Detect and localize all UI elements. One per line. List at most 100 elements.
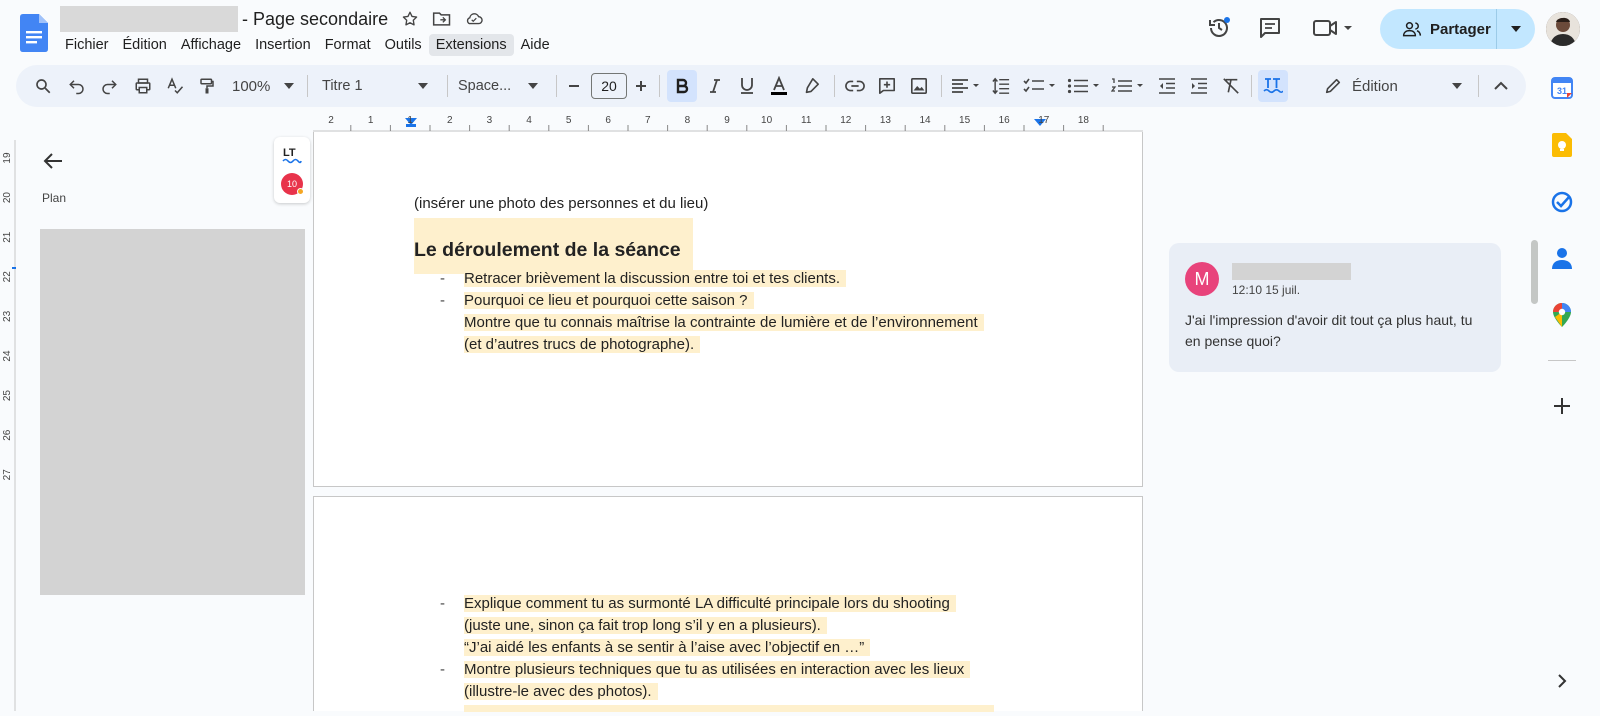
vertical-ruler-tick-label: 23 [2, 310, 13, 322]
undo-icon[interactable] [62, 70, 92, 102]
keep-icon[interactable] [1550, 133, 1574, 157]
style-select[interactable]: Titre 1 [318, 70, 436, 102]
numbered-list-icon[interactable] [1108, 70, 1148, 102]
document-outline-panel: Plan [30, 140, 310, 711]
languagetool-toolbar-icon[interactable] [1258, 70, 1288, 102]
comment-text: J'ai l'impression d'avoir dit tout ça pl… [1185, 312, 1473, 349]
top-bar: - Page secondaire Fichier Édition Affich… [0, 0, 1600, 64]
ruler-tick-label: 4 [526, 115, 532, 126]
languagetool-widget[interactable]: LT 10 [274, 137, 310, 203]
menu-affichage[interactable]: Affichage [174, 34, 248, 56]
decrease-font-size-icon[interactable] [563, 70, 585, 102]
underline-icon[interactable] [732, 70, 762, 102]
share-dropdown-icon[interactable] [1497, 26, 1535, 32]
expand-panel-icon[interactable] [1550, 669, 1574, 693]
checklist-icon[interactable] [1020, 70, 1060, 102]
avatar[interactable] [1546, 12, 1580, 46]
issues-count-badge[interactable]: 10 [281, 173, 304, 195]
clear-formatting-icon[interactable] [1216, 70, 1246, 102]
style-value: Titre 1 [322, 78, 363, 94]
vertical-ruler-tick-label: 24 [2, 350, 13, 362]
collapse-menus-icon[interactable] [1486, 70, 1516, 102]
toolbar-divider [556, 75, 557, 97]
comment-card[interactable]: M 12:10 15 juil. J'ai l'impression d'avo… [1169, 243, 1501, 372]
add-comment-icon[interactable] [872, 70, 902, 102]
ruler-tick-label: 10 [761, 115, 773, 126]
paint-format-icon[interactable] [192, 70, 222, 102]
menu-insertion[interactable]: Insertion [248, 34, 318, 56]
increase-font-size-icon[interactable] [630, 70, 652, 102]
photo-note: (insérer une photo des personnes et du l… [414, 195, 709, 212]
maps-icon[interactable] [1550, 303, 1574, 327]
spellcheck-icon[interactable] [160, 70, 190, 102]
font-size-input[interactable]: 20 [591, 73, 627, 99]
calendar-icon[interactable]: 31 [1550, 76, 1574, 100]
highlight-color-icon[interactable] [796, 70, 826, 102]
add-addon-icon[interactable] [1550, 394, 1574, 418]
list-item-continuation: “J’ai aidé les enfants à se sentir à l’a… [464, 637, 871, 659]
comments-icon[interactable] [1252, 10, 1288, 46]
ruler-scale: 2 1 1 2 3 4 5 6 7 8 9 10 11 12 13 14 15 16 17 18 [313, 115, 1143, 132]
outline-content-redacted [40, 229, 305, 595]
star-icon[interactable] [400, 9, 420, 29]
horizontal-ruler[interactable]: 2 1 1 2 3 4 5 6 7 8 9 10 11 12 13 14 15 16 17 18 [313, 112, 1143, 132]
document-title[interactable]: - Page secondaire [60, 6, 484, 32]
ruler-tick-label: 6 [605, 115, 611, 126]
vertical-ruler[interactable]: 19 20 21 22 23 24 25 26 27 [0, 140, 20, 711]
toolbar-divider [834, 75, 835, 97]
list-item-continuation: Montre que tu connais maîtrise la contra… [464, 312, 984, 334]
bold-icon[interactable] [667, 70, 697, 102]
tasks-icon[interactable] [1550, 190, 1574, 214]
line-spacing-icon[interactable] [986, 70, 1016, 102]
bullet-dash: - [440, 270, 445, 287]
zoom-value: 100% [232, 77, 271, 95]
ruler-tick-label: 17 [1038, 115, 1050, 126]
languagetool-logo-icon[interactable]: LT [282, 145, 302, 165]
sidebar-divider [1548, 360, 1576, 361]
scrollbar[interactable] [1531, 240, 1538, 304]
increase-indent-icon[interactable] [1184, 70, 1214, 102]
back-arrow-icon[interactable] [40, 148, 66, 174]
meet-icon[interactable] [1310, 10, 1358, 46]
ruler-tick-label: 1 [407, 115, 413, 126]
move-folder-icon[interactable] [432, 9, 452, 29]
list-item: Retracer brièvement la discussion entre … [464, 268, 847, 290]
font-select[interactable]: Space... [454, 70, 546, 102]
menu-aide[interactable]: Aide [514, 34, 557, 56]
align-icon[interactable] [948, 70, 984, 102]
menu-format[interactable]: Format [318, 34, 378, 56]
editing-mode-select[interactable]: Édition [1324, 70, 1474, 102]
cloud-saved-icon[interactable] [464, 9, 484, 29]
share-main-button[interactable]: Partager [1380, 9, 1496, 49]
document-page[interactable]: (insérer une photo des personnes et du l… [313, 132, 1143, 487]
comment-timestamp: 12:10 15 juil. [1232, 283, 1301, 297]
zoom-select[interactable]: 100% [228, 70, 298, 102]
menu-outils[interactable]: Outils [378, 34, 429, 56]
contacts-icon[interactable] [1550, 246, 1574, 270]
chevron-down-icon [528, 83, 538, 89]
document-page[interactable]: - Explique comment tu as surmonté LA dif… [313, 496, 1143, 712]
version-history-icon[interactable] [1201, 10, 1237, 46]
redo-icon[interactable] [94, 70, 124, 102]
menu-edition[interactable]: Édition [116, 34, 174, 56]
menu-extensions[interactable]: Extensions [428, 34, 514, 56]
decrease-indent-icon[interactable] [1152, 70, 1182, 102]
mode-label: Édition [1352, 77, 1398, 95]
list-item-continuation: (et d’autres trucs de photographe). [464, 334, 701, 356]
vertical-ruler-tick-label: 26 [2, 429, 13, 441]
search-menu-icon[interactable] [28, 70, 58, 102]
print-icon[interactable] [128, 70, 158, 102]
ruler-tick-label: 9 [724, 115, 730, 126]
menu-fichier[interactable]: Fichier [58, 34, 116, 56]
share-button[interactable]: Partager [1380, 9, 1535, 49]
insert-link-icon[interactable] [840, 70, 870, 102]
outline-label: Plan [42, 191, 67, 205]
insert-image-icon[interactable] [904, 70, 934, 102]
bulleted-list-icon[interactable] [1064, 70, 1104, 102]
ruler-tick-label: 15 [959, 115, 971, 126]
italic-icon[interactable] [700, 70, 730, 102]
font-value: Space... [458, 78, 512, 94]
docs-logo-icon[interactable] [20, 14, 48, 52]
text-color-icon[interactable] [764, 70, 794, 102]
vertical-ruler-tick-label: 27 [2, 469, 13, 481]
